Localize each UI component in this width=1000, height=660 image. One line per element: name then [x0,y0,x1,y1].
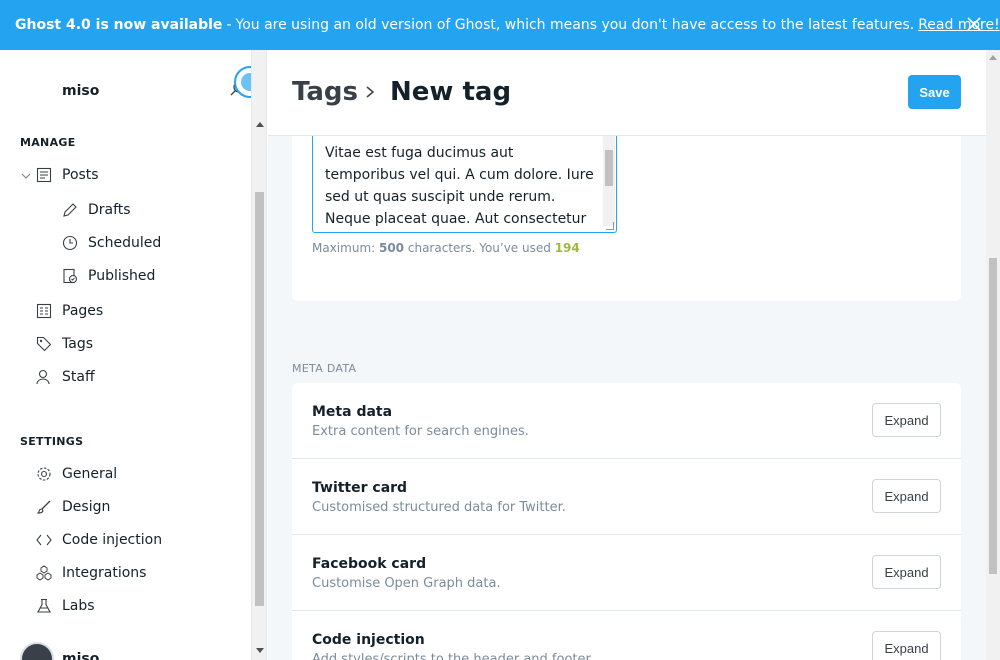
meta-row-subtitle: Add styles/scripts to the header and foo… [312,652,594,660]
meta-row-subtitle: Extra content for search engines. [312,424,529,439]
textarea-scrollbar-thumb[interactable] [605,150,613,186]
meta-row-twitter-card: Twitter card Customised structured data … [292,459,961,535]
character-counter: Maximum: 500 characters. You’ve used 194 [312,241,580,255]
expand-button[interactable]: Expand [872,555,941,589]
integrations-icon [36,565,52,581]
counter-max: 500 [378,241,405,255]
user-name: miso [62,651,100,660]
expand-button[interactable]: Expand [872,631,941,660]
expand-button[interactable]: Expand [872,403,941,437]
scrollbar-thumb[interactable] [255,192,264,606]
description-textarea[interactable]: Vitae est fuga ducimus aut temporibus ve… [312,136,617,233]
sidebar-item-label: Drafts [88,202,131,218]
sidebar-item-label: Code injection [62,532,163,548]
meta-row-subtitle: Customise Open Graph data. [312,576,501,591]
page-header: Tags New tag Save [268,50,986,136]
banner-title: Ghost 4.0 is now available [15,17,223,33]
sidebar-item-label: Posts [62,167,99,183]
sidebar-scrollbar[interactable] [252,50,267,660]
save-button[interactable]: Save [908,75,961,109]
sidebar-item-label: Scheduled [88,235,162,251]
sidebar-item-pages[interactable]: Pages [36,303,103,319]
main-scrollbar[interactable] [986,50,1000,660]
scroll-down-arrow-icon[interactable] [256,648,264,653]
page-title: New tag [390,77,512,107]
sidebar-item-label: Published [88,268,156,284]
sidebar-item-label: Pages [62,303,104,319]
settings-heading: SETTINGS [20,435,84,448]
description-text: Vitae est fuga ducimus aut temporibus ve… [325,145,594,227]
tag-details-card: Vitae est fuga ducimus aut temporibus ve… [292,136,961,301]
meta-card: Meta data Extra content for search engin… [292,383,961,660]
avatar [20,642,54,660]
breadcrumb-tags-link[interactable]: Tags [292,77,358,107]
sidebar-item-label: General [62,466,118,482]
blog-title[interactable]: miso [62,83,99,99]
sidebar-item-label: Labs [62,598,95,614]
counter-mid: characters. You’ve used [404,241,555,255]
sidebar-item-label: Tags [62,336,93,352]
meta-row-title: Code injection [312,632,425,648]
update-banner: Ghost 4.0 is now available - You are usi… [0,0,1000,50]
meta-row-title: Meta data [312,404,393,420]
meta-row-subtitle: Customised structured data for Twitter. [312,500,566,515]
sidebar-item-published[interactable]: Published [62,268,155,284]
banner-separator: - [226,17,232,33]
flask-icon [37,598,51,613]
sidebar-item-tags[interactable]: Tags [36,336,93,352]
chevron-right-icon [366,86,375,98]
pencil-icon [63,203,77,217]
published-icon [63,268,78,284]
sidebar-item-posts[interactable]: Posts [36,167,99,183]
sidebar-item-label: Integrations [62,565,147,581]
sidebar-item-code-injection[interactable]: Code injection [36,532,162,548]
code-icon [36,534,52,546]
sidebar-item-design[interactable]: Design [36,499,110,515]
meta-row-code-injection: Code injection Add styles/scripts to the… [292,611,961,660]
posts-icon [36,167,52,183]
meta-row-title: Twitter card [312,480,408,496]
meta-row-title: Facebook card [312,556,427,572]
sidebar-item-label: Staff [62,369,95,385]
banner-message: You are using an old version of Ghost, w… [235,17,915,33]
clock-icon [62,235,78,251]
sidebar-item-labs[interactable]: Labs [36,598,95,614]
expand-button[interactable]: Expand [872,479,941,513]
sidebar: miso MANAGE Posts Drafts Scheduled Publi… [0,50,252,660]
sidebar-item-integrations[interactable]: Integrations [36,565,146,581]
meta-section-label: META DATA [292,362,357,375]
pages-icon [36,303,52,319]
focus-ring-icon [234,66,251,98]
scrollbar-thumb[interactable] [989,258,997,574]
tag-icon [36,336,52,352]
sidebar-item-label: Design [62,499,111,515]
close-icon[interactable] [966,16,982,32]
chevron-down-icon[interactable] [21,171,31,181]
sidebar-item-scheduled[interactable]: Scheduled [62,235,161,251]
counter-prefix: Maximum: [312,241,379,255]
sidebar-item-drafts[interactable]: Drafts [62,202,131,218]
user-menu[interactable]: miso [20,642,99,660]
meta-row-facebook-card: Facebook card Customise Open Graph data.… [292,535,961,611]
scroll-up-arrow-icon[interactable] [256,122,264,127]
counter-used: 194 [554,241,580,255]
resize-handle-icon[interactable] [606,222,614,230]
brush-icon [36,500,51,514]
meta-row-meta-data: Meta data Extra content for search engin… [292,383,961,459]
gear-icon [37,467,51,481]
sidebar-item-staff[interactable]: Staff [36,369,95,385]
banner-read-more-link[interactable]: Read more! [918,17,1000,33]
sidebar-item-general[interactable]: General [36,466,117,482]
main-content: Tags New tag Save Vitae est fuga ducimus… [268,50,986,660]
scroll-up-arrow-icon[interactable] [989,55,997,60]
staff-icon [36,369,50,385]
manage-heading: MANAGE [20,136,76,149]
